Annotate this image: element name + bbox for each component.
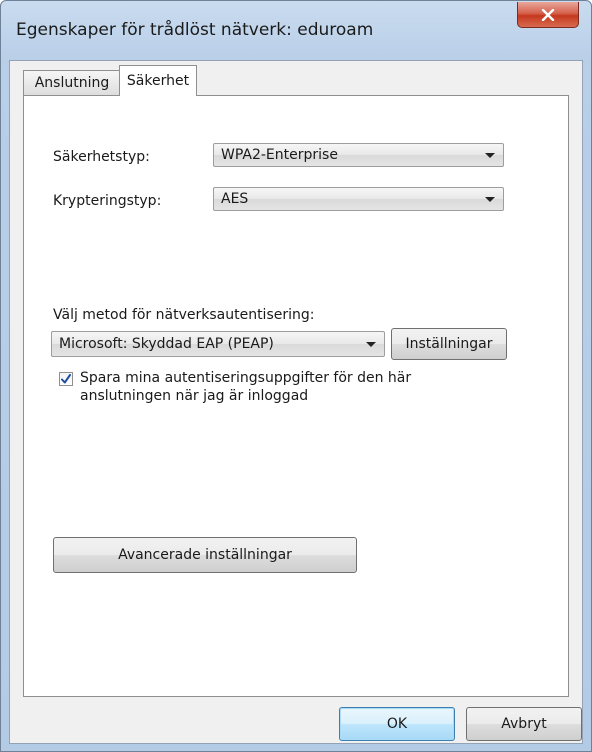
properties-dialog: Egenskaper för trådlöst nätverk: eduroam… bbox=[0, 0, 592, 752]
auth-method-label: Välj metod för nätverksautentisering: bbox=[53, 307, 315, 323]
auth-method-value: Microsoft: Skyddad EAP (PEAP) bbox=[59, 336, 274, 352]
security-type-value: WPA2-Enterprise bbox=[221, 147, 338, 163]
auth-method-dropdown[interactable]: Microsoft: Skyddad EAP (PEAP) bbox=[51, 331, 385, 357]
encryption-type-value: AES bbox=[221, 191, 249, 207]
advanced-settings-button[interactable]: Avancerade inställningar bbox=[53, 537, 357, 573]
tab-label: Säkerhet bbox=[126, 73, 190, 89]
checkmark-icon bbox=[61, 374, 71, 384]
cancel-button[interactable]: Avbryt bbox=[466, 707, 582, 741]
tab-label: Anslutning bbox=[34, 75, 110, 91]
close-button[interactable] bbox=[517, 2, 579, 28]
chevron-down-icon bbox=[485, 197, 495, 202]
encryption-type-dropdown[interactable]: AES bbox=[213, 187, 504, 211]
encryption-type-label: Krypteringstyp: bbox=[53, 193, 162, 209]
close-icon bbox=[541, 8, 555, 21]
remember-credentials-label[interactable]: Spara mina autentiseringsuppgifter för d… bbox=[80, 369, 440, 405]
security-type-dropdown[interactable]: WPA2-Enterprise bbox=[213, 143, 504, 167]
chevron-down-icon bbox=[366, 342, 376, 347]
window-title: Egenskaper för trådlöst nätverk: eduroam bbox=[16, 20, 374, 40]
security-type-label: Säkerhetstyp: bbox=[53, 149, 150, 165]
remember-credentials-checkbox[interactable] bbox=[59, 372, 73, 386]
settings-button[interactable]: Inställningar bbox=[391, 328, 507, 360]
chevron-down-icon bbox=[485, 153, 495, 158]
ok-button[interactable]: OK bbox=[339, 707, 455, 741]
tab-sakerhet[interactable]: Säkerhet bbox=[119, 65, 197, 96]
tab-anslutning[interactable]: Anslutning bbox=[23, 70, 121, 95]
